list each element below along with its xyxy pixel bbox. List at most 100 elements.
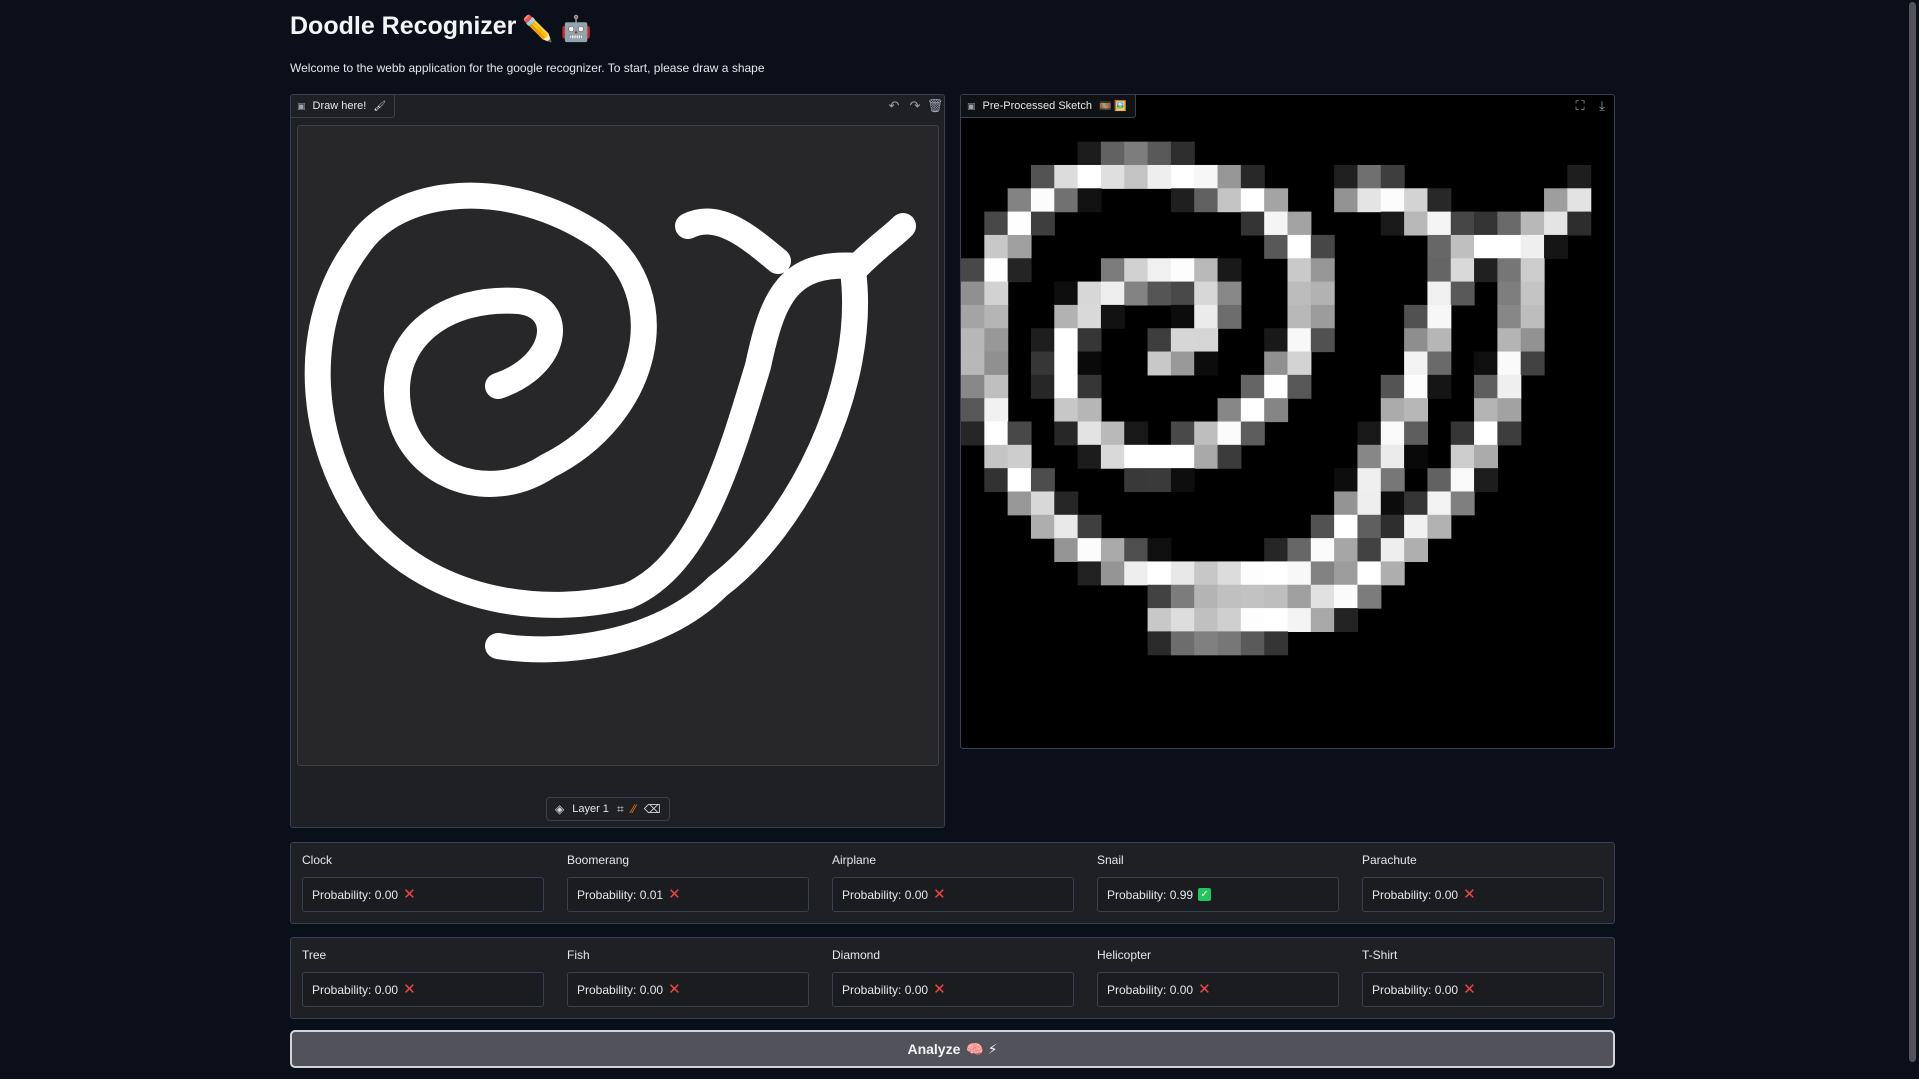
pixel xyxy=(1100,561,1125,586)
pixel xyxy=(1287,258,1312,283)
pixel xyxy=(1520,328,1545,353)
pixel xyxy=(1054,398,1079,423)
pixel xyxy=(1054,328,1079,353)
layer-label[interactable]: Layer 1 xyxy=(572,803,609,815)
pixel xyxy=(1450,468,1475,493)
pixel xyxy=(1194,258,1219,283)
fullscreen-icon[interactable]: ⛶ xyxy=(1570,95,1590,117)
pixel xyxy=(1030,188,1055,213)
pixel xyxy=(1147,351,1172,376)
pixel xyxy=(1310,234,1335,259)
pixel xyxy=(1054,164,1079,189)
pixel xyxy=(1380,468,1405,493)
pixel xyxy=(1287,328,1312,353)
pixel xyxy=(961,304,985,329)
drawing-canvas[interactable] xyxy=(297,125,939,766)
crop-icon[interactable]: ⌗ xyxy=(617,802,624,817)
redo-icon[interactable]: ↷ xyxy=(905,95,925,117)
pixel xyxy=(1544,188,1568,213)
pixel xyxy=(1404,398,1429,423)
pixel xyxy=(1380,374,1405,399)
pixel xyxy=(1427,188,1452,213)
pixel xyxy=(961,351,985,376)
pixel xyxy=(1170,584,1195,609)
pixel xyxy=(1194,304,1219,329)
pixel xyxy=(1287,211,1312,236)
pixel xyxy=(1170,141,1195,166)
pixel xyxy=(1567,211,1592,236)
scrollbar-thumb[interactable] xyxy=(1909,2,1916,1062)
pixel xyxy=(1310,304,1335,329)
trash-icon[interactable]: 🗑 xyxy=(925,95,945,117)
image-icon: ▣ xyxy=(967,100,976,111)
layers-icon[interactable]: ◈ xyxy=(555,802,564,816)
result-label: Fish xyxy=(567,948,590,962)
cross-icon: ✕ xyxy=(1463,981,1476,998)
eraser-icon[interactable]: ⌫ xyxy=(644,802,661,816)
pixel xyxy=(1077,421,1102,446)
pixel xyxy=(1497,421,1522,446)
pixel xyxy=(1450,421,1475,446)
undo-icon[interactable]: ↶ xyxy=(884,95,904,117)
pixel xyxy=(1030,328,1055,353)
result-value: Probability: 0.99 xyxy=(1107,887,1194,902)
pixel xyxy=(1544,234,1568,259)
pixel xyxy=(1310,514,1335,539)
pixel xyxy=(1380,164,1405,189)
pixel xyxy=(1054,374,1079,399)
pixel xyxy=(1170,351,1195,376)
pixel xyxy=(1334,538,1359,563)
result-value: Probability: 0.00 xyxy=(842,887,929,902)
analyze-emojis: 🧠 ⚡ xyxy=(966,1040,998,1057)
result-value-box: Probability: 0.00 ✕ xyxy=(1362,972,1604,1007)
pixel xyxy=(1240,561,1265,586)
pixel xyxy=(1404,211,1429,236)
result-value: Probability: 0.00 xyxy=(1107,982,1194,997)
result-label: Diamond xyxy=(832,948,881,962)
pixel xyxy=(1147,164,1172,189)
pixel xyxy=(1404,374,1429,399)
pixel xyxy=(1380,188,1405,213)
pixel xyxy=(1007,211,1032,236)
pixel xyxy=(1357,538,1382,563)
pixel xyxy=(1007,258,1032,283)
pixel xyxy=(1310,258,1335,283)
pixel xyxy=(1077,538,1102,563)
pixel xyxy=(1497,211,1522,236)
result-value-box: Probability: 0.00 ✕ xyxy=(567,972,809,1007)
pixel xyxy=(1357,444,1382,469)
analyze-button[interactable]: Analyze 🧠 ⚡ xyxy=(290,1030,1615,1068)
cross-icon: ✕ xyxy=(1198,981,1211,998)
pixel xyxy=(1450,211,1475,236)
pixel xyxy=(1334,468,1359,493)
scrollbar[interactable] xyxy=(1905,0,1919,1079)
pixel xyxy=(1287,608,1312,632)
pixel xyxy=(984,421,1009,446)
download-icon[interactable]: ⤓ xyxy=(1592,95,1612,117)
pixel xyxy=(1427,304,1452,329)
pixel xyxy=(1100,281,1125,306)
pixel xyxy=(1427,491,1452,516)
preprocessed-label-text: Pre-Processed Sketch xyxy=(982,100,1092,112)
pixel xyxy=(1147,631,1172,656)
pixel xyxy=(1077,188,1102,213)
pixel xyxy=(1474,211,1498,236)
pixel xyxy=(1404,304,1429,329)
pixel xyxy=(1030,514,1055,539)
pixel xyxy=(1404,328,1429,353)
pixel xyxy=(984,398,1009,423)
pixel xyxy=(1380,491,1405,516)
cross-icon: ✕ xyxy=(933,981,946,998)
pixel xyxy=(1170,188,1195,213)
pixel xyxy=(1007,468,1032,493)
pixel xyxy=(1007,421,1032,446)
brush-tool-icon[interactable]: ⁄⁄ xyxy=(632,802,636,816)
pixel xyxy=(1310,584,1335,609)
title-emojis: ✏️ 🤖 xyxy=(522,15,592,43)
pixel xyxy=(1287,351,1312,376)
preprocessed-label: ▣ Pre-Processed Sketch 🎞️ 🖼️ xyxy=(961,95,1136,118)
pixel xyxy=(1054,514,1079,539)
pixel xyxy=(1240,164,1265,189)
pixel xyxy=(1194,281,1219,306)
pixel xyxy=(1404,538,1429,563)
